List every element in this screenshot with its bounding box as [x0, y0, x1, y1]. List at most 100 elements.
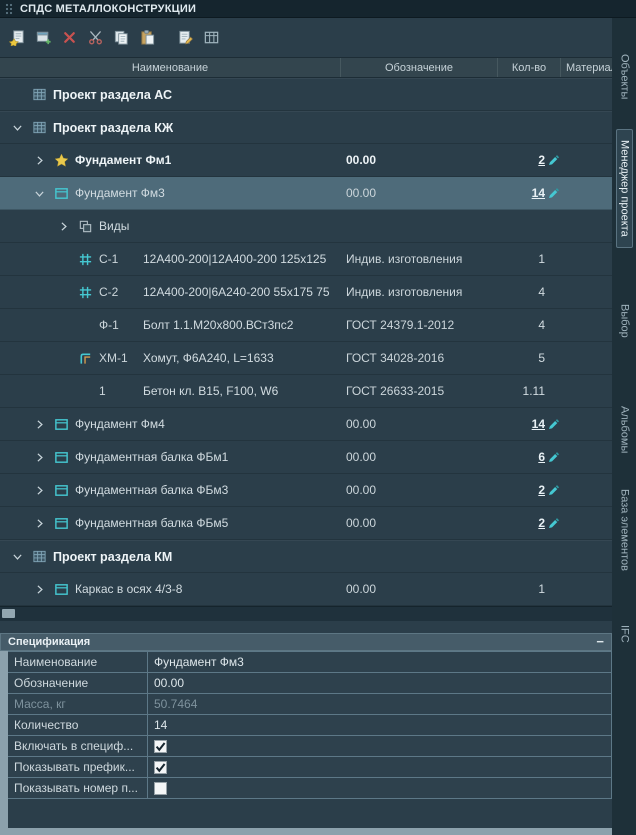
chevron-slot — [52, 380, 74, 402]
material-cell — [561, 342, 612, 374]
delete-button[interactable] — [57, 26, 81, 50]
marker-icon[interactable] — [545, 184, 561, 202]
marker-icon[interactable] — [545, 151, 561, 169]
side-tab-project-manager[interactable]: Менеджер проекта — [616, 129, 633, 248]
material-cell — [561, 276, 612, 308]
marker-icon[interactable] — [545, 481, 561, 499]
tree-row[interactable]: Фундаментная балка ФБм300.002 — [0, 474, 612, 507]
designation-cell: ГОСТ 26633-2015 — [341, 375, 498, 407]
edit-icon — [177, 29, 194, 46]
tree-row[interactable]: ХМ-1Хомут, Ф6А240, L=1633ГОСТ 34028-2016… — [0, 342, 612, 375]
property-value[interactable]: 00.00 — [148, 673, 612, 693]
edit-button[interactable] — [173, 26, 197, 50]
tree-row[interactable]: Фундаментная балка ФБм100.006 — [0, 441, 612, 474]
property-value[interactable]: 14 — [148, 715, 612, 735]
panel-titlebar[interactable]: СПДС МЕТАЛЛОКОНСТРУКЦИИ — [0, 0, 636, 18]
side-tab-objects[interactable]: Объекты — [619, 48, 630, 105]
tree-row[interactable]: Проект раздела АС — [0, 78, 612, 111]
side-tab-ifc[interactable]: IFC — [619, 619, 630, 649]
chevron-right-icon[interactable] — [28, 149, 50, 171]
side-tab-element-base[interactable]: База элементов — [619, 483, 630, 577]
indent-spacer — [0, 160, 28, 161]
column-header-designation[interactable]: Обозначение — [341, 58, 498, 77]
quantity-value[interactable]: 2 — [538, 483, 545, 497]
tree-item-label: 12А400-200|6А240-200 55х175 75 — [143, 285, 330, 299]
tree-row[interactable]: Виды — [0, 210, 612, 243]
tree-row[interactable]: Проект раздела КЖ — [0, 111, 612, 144]
collapse-button[interactable]: − — [596, 637, 604, 647]
icon-slot — [74, 380, 96, 402]
checkbox-checked[interactable] — [154, 740, 167, 753]
chevron-down-icon[interactable] — [6, 546, 28, 568]
tree-row[interactable]: Фундаментная балка ФБм500.002 — [0, 507, 612, 540]
marker-icon[interactable] — [545, 514, 561, 532]
indent-spacer — [0, 391, 52, 392]
tree-item-label: Проект раздела АС — [53, 88, 172, 102]
tree-name-cell: Ф-1Болт 1.1.М20х800.ВСт3пс2 — [0, 309, 341, 341]
tree-row[interactable]: Проект раздела КМ — [0, 540, 612, 573]
chevron-down-icon[interactable] — [28, 182, 50, 204]
paste-button[interactable] — [135, 26, 159, 50]
checkbox-unchecked[interactable] — [154, 782, 167, 795]
grip-icon[interactable] — [5, 3, 13, 15]
scrollbar-thumb[interactable] — [2, 609, 15, 618]
designation-cell: Индив. изготовления — [341, 276, 498, 308]
material-cell — [561, 177, 612, 209]
tree-row[interactable]: Каркас в осях 4/3-800.001 — [0, 573, 612, 606]
cut-button[interactable] — [83, 26, 107, 50]
main-panel: Наименование ОбозначениеКол-воМатериал Пр… — [0, 18, 612, 835]
chevron-right-icon[interactable] — [52, 215, 74, 237]
quantity-value[interactable]: 2 — [538, 516, 545, 530]
property-value[interactable]: Фундамент Фм3 — [148, 652, 612, 672]
column-header-name[interactable]: Наименование — [0, 58, 341, 77]
material-cell — [561, 309, 612, 341]
quantity-value[interactable]: 2 — [538, 153, 545, 167]
panel-splitter[interactable] — [0, 621, 612, 633]
insert-object-button[interactable] — [31, 26, 55, 50]
tree-row[interactable]: Фундамент Фм300.0014 — [0, 177, 612, 210]
chevron-right-icon[interactable] — [28, 446, 50, 468]
tree-row[interactable]: С-212А400-200|6А240-200 55х175 75Индив. … — [0, 276, 612, 309]
quantity-value[interactable]: 14 — [532, 186, 545, 200]
assembly-icon — [50, 578, 72, 600]
tree-row[interactable]: 1Бетон кл. В15, F100, W6ГОСТ 26633-20151… — [0, 375, 612, 408]
horizontal-scrollbar[interactable] — [0, 606, 612, 621]
tree-name-cell: Фундамент Фм1 — [0, 144, 341, 176]
table-icon — [203, 29, 220, 46]
column-header-label: Наименование — [132, 62, 208, 74]
chevron-right-icon[interactable] — [28, 413, 50, 435]
tree-row[interactable]: Фундамент Фм400.0014 — [0, 408, 612, 441]
tree-row[interactable]: С-112А400-200|12А400-200 125x125Индив. и… — [0, 243, 612, 276]
indent-spacer — [0, 226, 52, 227]
specification-header[interactable]: Спецификация − — [0, 633, 612, 651]
side-tab-selection[interactable]: Выбор — [619, 298, 630, 344]
side-tab-albums[interactable]: Альбомы — [619, 400, 630, 459]
column-header-material[interactable]: Материал — [561, 58, 612, 77]
specification-button[interactable] — [199, 26, 223, 50]
assembly-icon — [50, 182, 72, 204]
column-header-quantity[interactable]: Кол-во — [498, 58, 561, 77]
tree-item-label: Бетон кл. В15, F100, W6 — [143, 384, 278, 398]
quantity-icon-slot — [545, 86, 561, 104]
designation-cell: 00.00 — [341, 474, 498, 506]
tree-row[interactable]: Фундамент Фм100.002 — [0, 144, 612, 177]
chevron-right-icon[interactable] — [28, 479, 50, 501]
quantity-cell — [498, 112, 561, 143]
designation-cell — [341, 79, 498, 110]
copy-button[interactable] — [109, 26, 133, 50]
create-element-button[interactable] — [5, 26, 29, 50]
quantity-value[interactable]: 14 — [532, 417, 545, 431]
chevron-right-icon[interactable] — [28, 578, 50, 600]
marker-icon[interactable] — [545, 448, 561, 466]
checkbox-checked[interactable] — [154, 761, 167, 774]
property-value[interactable]: 50.7464 — [148, 694, 612, 714]
tree-row[interactable]: Ф-1Болт 1.1.М20х800.ВСт3пс2ГОСТ 24379.1-… — [0, 309, 612, 342]
chevron-down-icon[interactable] — [6, 117, 28, 139]
chevron-right-icon[interactable] — [28, 512, 50, 534]
quantity-cell: 4 — [498, 276, 561, 308]
quantity-cell: 2 — [498, 507, 561, 539]
views-icon — [74, 215, 96, 237]
designation-cell: 00.00 — [341, 507, 498, 539]
quantity-value[interactable]: 6 — [538, 450, 545, 464]
marker-icon[interactable] — [545, 415, 561, 433]
